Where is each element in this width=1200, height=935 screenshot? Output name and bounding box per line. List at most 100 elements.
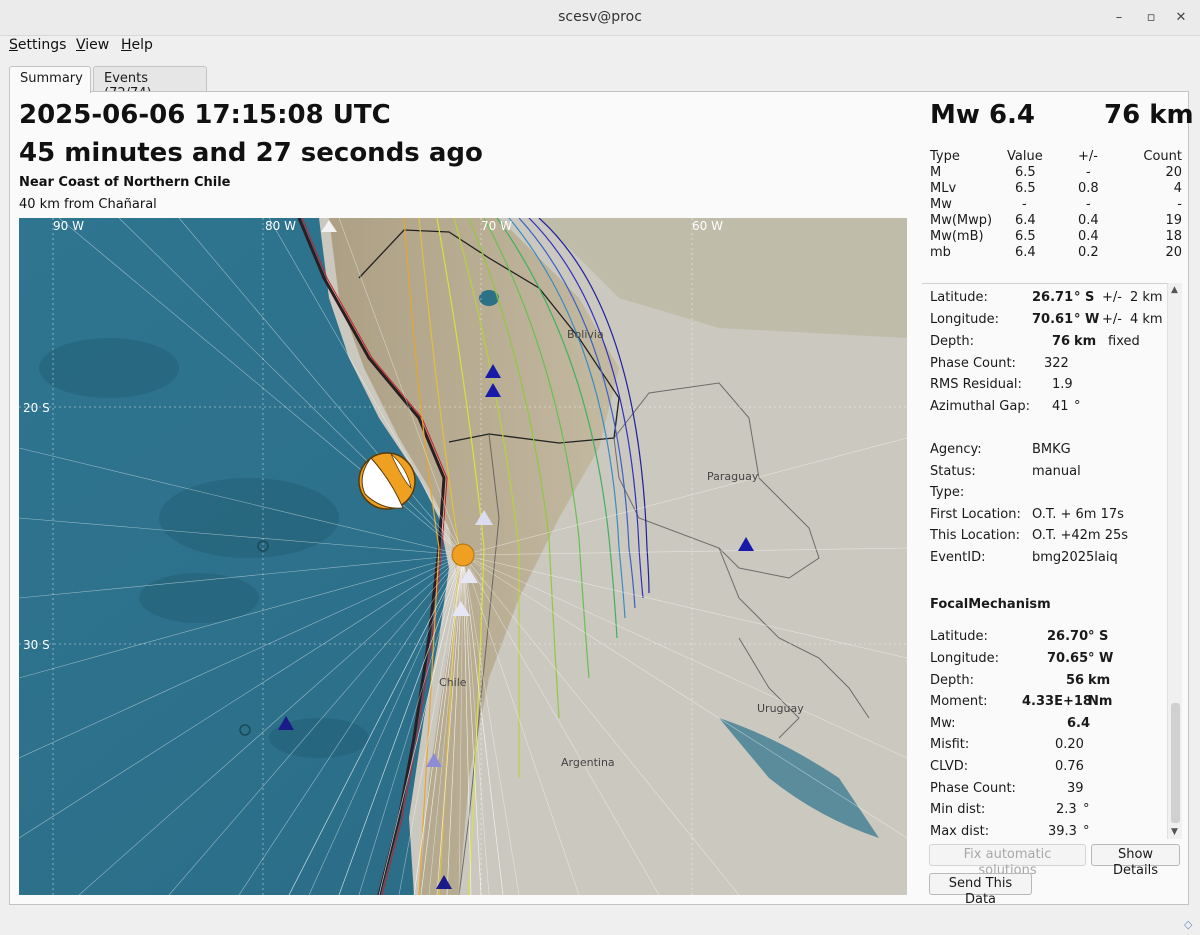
fix-automatic-solutions-button[interactable]: Fix automatic solutions	[929, 844, 1086, 878]
value: 39.3	[1048, 824, 1077, 839]
table-row: Mw(Mwp) 6.4 0.4 19	[930, 213, 1182, 229]
map-canvas: 90 W 80 W 70 W 60 W 20 S 30 S Bolivia Pa…	[19, 218, 907, 895]
magnitude-header: Mw 6.4	[930, 100, 1036, 130]
label: Phase Count:	[930, 356, 1016, 371]
col-count: Count	[1143, 149, 1182, 164]
menu-bar: Settings View Help	[0, 36, 1200, 56]
cell: 20	[1165, 165, 1182, 180]
label-uruguay: Uruguay	[757, 702, 804, 715]
label: Depth:	[930, 673, 974, 688]
menu-view[interactable]: View	[76, 37, 109, 53]
origin-time: 2025-06-06 17:15:08 UTC	[19, 100, 391, 130]
unit: km	[1088, 673, 1111, 688]
unit: ° S	[1088, 629, 1109, 644]
pm: +/-	[1102, 290, 1122, 305]
cell: 0.4	[1078, 229, 1099, 244]
event-map[interactable]: 90 W 80 W 70 W 60 W 20 S 30 S Bolivia Pa…	[19, 218, 907, 895]
magnitude-table-header: Type Value +/- Count	[930, 149, 1182, 165]
label: Longitude:	[930, 312, 1000, 327]
lon-label-60w: 60 W	[692, 219, 723, 233]
show-details-button[interactable]: Show Details	[1091, 844, 1180, 878]
col-type: Type	[930, 149, 960, 164]
beachball-icon[interactable]	[358, 452, 416, 510]
depth-type: fixed	[1108, 334, 1140, 349]
menu-settings[interactable]: Settings	[9, 37, 66, 53]
table-row: Mw - - -	[930, 197, 1182, 213]
close-button[interactable]: ✕	[1170, 8, 1192, 28]
pm: +/-	[1102, 312, 1122, 327]
label: Misfit:	[930, 737, 970, 752]
label: Mw:	[930, 716, 956, 731]
table-row: Mw(mB) 6.5 0.4 18	[930, 229, 1182, 245]
label-argentina: Argentina	[561, 756, 615, 769]
unit: km	[1074, 334, 1097, 349]
label: Agency:	[930, 442, 982, 457]
label: This Location:	[930, 528, 1021, 543]
value: O.T. + 6m 17s	[1032, 507, 1124, 522]
value: 26.70	[1047, 629, 1089, 644]
cell: -	[1086, 197, 1091, 212]
tab-summary[interactable]: Summary	[9, 66, 91, 93]
label: Moment:	[930, 694, 988, 709]
value: 0.76	[1055, 759, 1084, 774]
label: Max dist:	[930, 824, 990, 839]
unit: ° S	[1074, 290, 1095, 305]
label-bolivia: Bolivia	[567, 328, 604, 341]
tab-events[interactable]: Events (72/74)	[93, 66, 207, 101]
window-titlebar: scesv@proc – ▫ ✕	[0, 0, 1200, 36]
label: Depth:	[930, 334, 974, 349]
maximize-button[interactable]: ▫	[1140, 8, 1162, 28]
send-data-button[interactable]: Send This Data	[929, 873, 1032, 907]
label-paraguay: Paraguay	[707, 470, 759, 483]
value: 39	[1067, 781, 1084, 796]
cell: MLv	[930, 181, 957, 196]
elapsed-time: 45 minutes and 27 seconds ago	[19, 138, 483, 168]
magnitude-table: Type Value +/- Count M 6.5 - 20 MLv 6.5 …	[930, 149, 1182, 261]
heading: FocalMechanism	[930, 597, 1051, 612]
details-scrollbar[interactable]: ▲ ▼	[1167, 283, 1182, 839]
cell: M	[930, 165, 942, 180]
cell: Mw(mB)	[930, 229, 984, 244]
menu-help[interactable]: Help	[121, 37, 153, 53]
scroll-up-icon[interactable]: ▲	[1171, 285, 1178, 295]
value: bmg2025laiq	[1032, 550, 1118, 565]
epicenter-marker[interactable]	[451, 543, 475, 567]
depth-header: 76 km	[1104, 100, 1194, 130]
value: 2.3	[1056, 802, 1077, 817]
label: EventID:	[930, 550, 986, 565]
nearest-city-distance: 40 km from Chañaral	[19, 197, 157, 212]
cell: -	[1022, 197, 1027, 212]
cell: -	[1086, 165, 1091, 180]
cell: 6.4	[1015, 245, 1036, 260]
value: 1.9	[1052, 377, 1073, 392]
cell: 0.8	[1078, 181, 1099, 196]
label-chile: Chile	[439, 676, 467, 689]
label: Azimuthal Gap:	[930, 399, 1030, 414]
label: Type:	[930, 485, 965, 500]
lat-label-30s: 30 S	[23, 638, 50, 652]
label: Latitude:	[930, 629, 988, 644]
details-scroll-area[interactable]: Latitude: 26.71 ° S +/- 2 km Longitude: …	[922, 283, 1182, 839]
resize-grip-icon[interactable]: ◇	[1184, 918, 1196, 931]
unit: °	[1083, 802, 1090, 817]
minimize-button[interactable]: –	[1108, 8, 1130, 28]
unit: ° W	[1088, 651, 1114, 666]
scrollbar-thumb[interactable]	[1171, 703, 1180, 823]
lon-label-70w: 70 W	[481, 219, 512, 233]
region-name: Near Coast of Northern Chile	[19, 175, 231, 190]
cell: -	[1177, 197, 1182, 212]
cell: 6.5	[1015, 181, 1036, 196]
cell: Mw	[930, 197, 952, 212]
value: BMKG	[1032, 442, 1071, 457]
label: Longitude:	[930, 651, 1000, 666]
value: 6.4	[1067, 716, 1091, 731]
unit: Nm	[1088, 694, 1113, 709]
cell: mb	[930, 245, 951, 260]
value: manual	[1032, 464, 1081, 479]
scroll-down-icon[interactable]: ▼	[1171, 827, 1178, 837]
cell: 4	[1173, 181, 1182, 196]
label: Min dist:	[930, 802, 986, 817]
label: RMS Residual:	[930, 377, 1022, 392]
unit: ° W	[1074, 312, 1100, 327]
cell: 6.5	[1015, 229, 1036, 244]
